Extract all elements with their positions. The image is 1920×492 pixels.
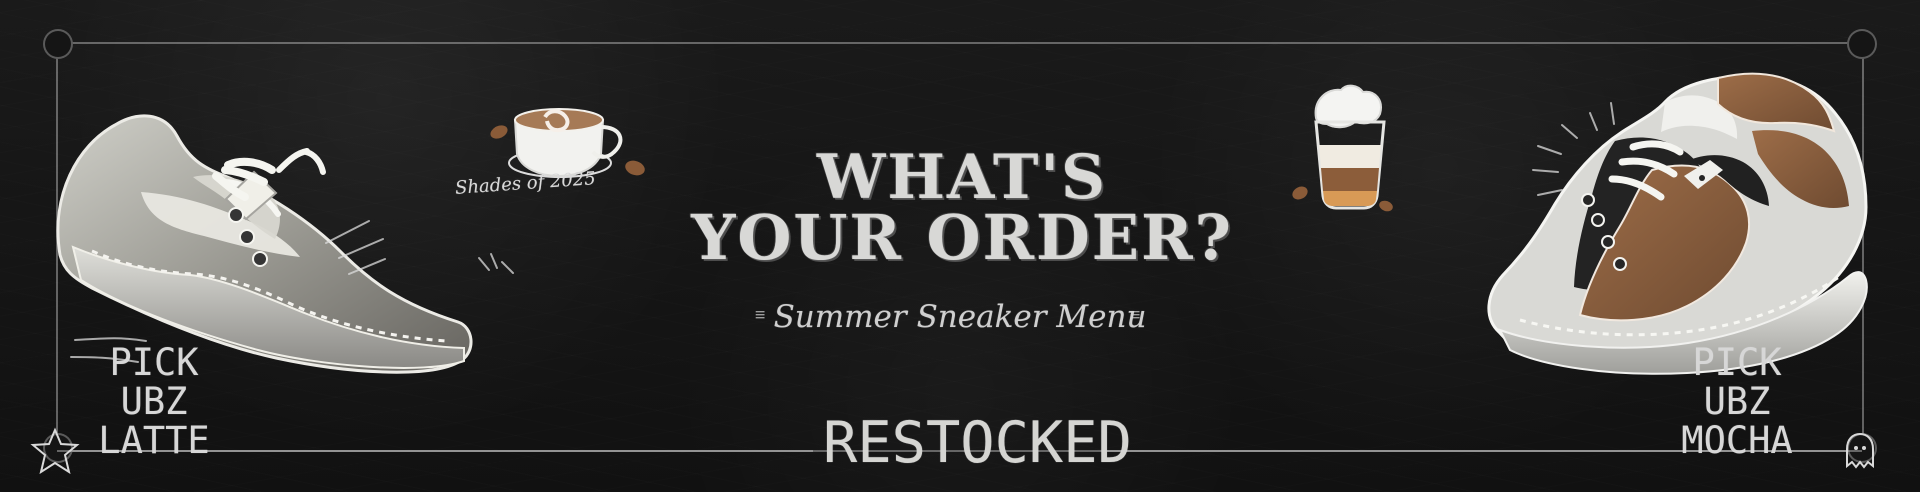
main-headline: WHAT'S YOUR ORDER? bbox=[675, 142, 1249, 274]
sneaker-menu-banner: Shades of 2025 WHAT'S YOUR ORDER? ≡ Summ… bbox=[0, 0, 1920, 492]
sneaker-illustration-right bbox=[1487, 72, 1868, 375]
iced-drink-icon bbox=[1292, 84, 1393, 212]
left-chalk-ticks bbox=[478, 253, 514, 274]
bottom-line-left bbox=[57, 450, 813, 452]
right-product-line-2: MOCHA bbox=[1681, 418, 1793, 462]
left-product-line-2: LATTE bbox=[98, 418, 210, 462]
headline-line-1: WHAT'S bbox=[816, 142, 1108, 213]
frame-corner-top-right bbox=[1847, 29, 1877, 59]
sneaker-illustration-left bbox=[56, 114, 473, 374]
ghost-icon bbox=[1846, 432, 1874, 469]
subtitle: Summer Sneaker Menu bbox=[773, 299, 1147, 335]
right-product-label: PICK UBZ MOCHA bbox=[1664, 341, 1810, 462]
right-product-line-1: PICK UBZ bbox=[1692, 341, 1782, 423]
star-icon bbox=[30, 427, 80, 475]
headline-line-2: YOUR ORDER? bbox=[691, 200, 1233, 274]
left-product-label: PICK UBZ LATTE bbox=[88, 341, 220, 462]
frame-corner-top-left bbox=[43, 29, 73, 59]
bottom-line-right bbox=[1106, 450, 1862, 452]
subtitle-right-spark: ≡ bbox=[1130, 305, 1141, 325]
left-product-line-1: PICK UBZ bbox=[109, 341, 199, 423]
restocked-label: RESTOCKED bbox=[823, 410, 1132, 476]
